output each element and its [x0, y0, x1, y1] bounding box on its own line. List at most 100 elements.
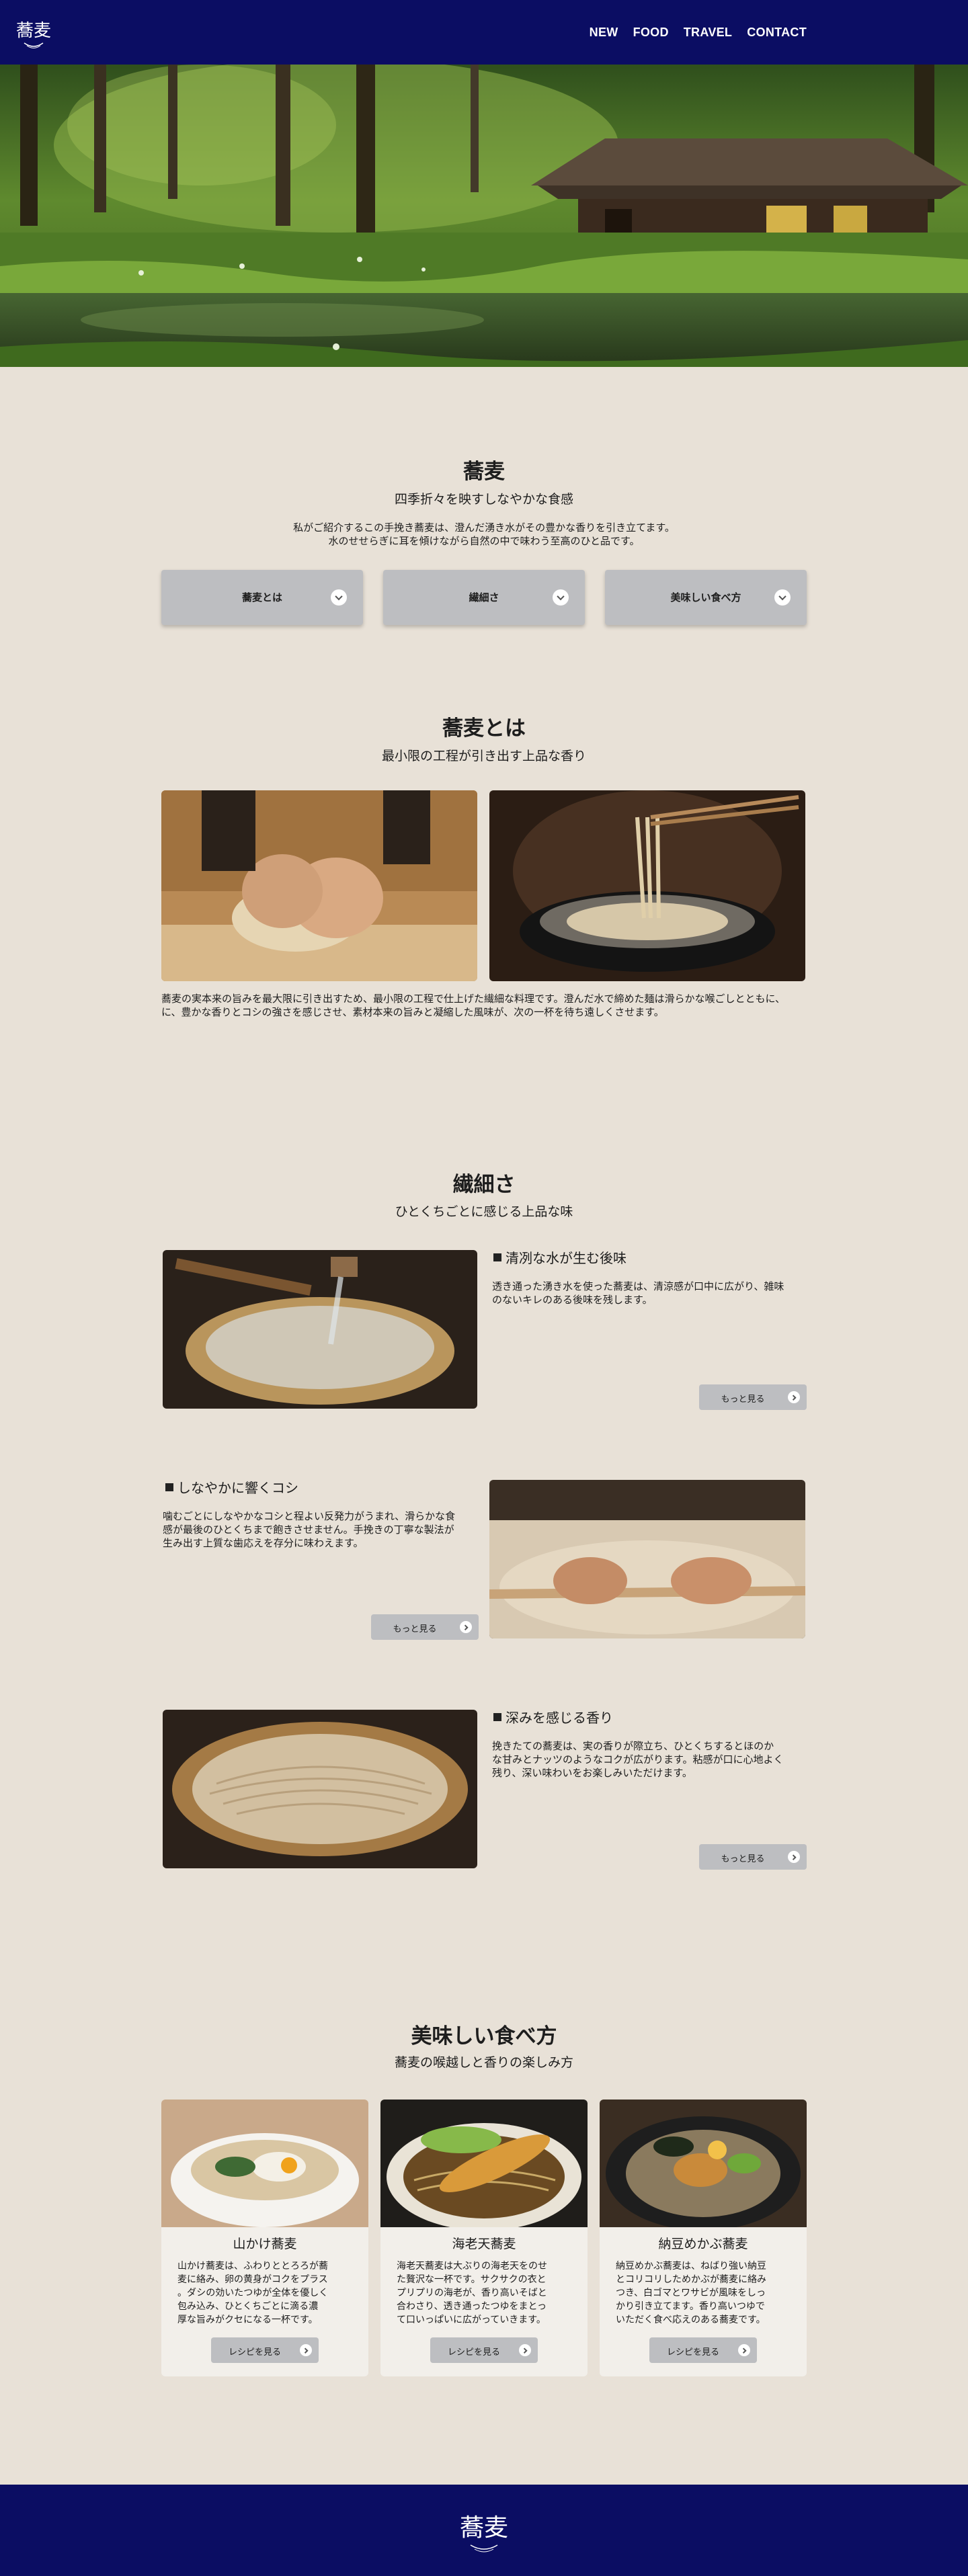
recipe-description-line: 納豆めかぶ蕎麦は、ねばり強い納豆: [616, 2261, 766, 2272]
hero-image: [0, 65, 968, 367]
eating-subtitle: 蕎麦の喉越しと香りの楽しみ方: [394, 2055, 573, 2070]
soba-intro-line: 水のせせらぎに耳を傾けながら自然の中で味わう至高のひと品です。: [328, 535, 640, 547]
logo-text: 蕎麦: [16, 21, 51, 41]
about-subtitle: 最小限の工程が引き出す上品な香り: [381, 749, 586, 763]
feature-title: 深みを感じる香り: [493, 1707, 613, 1727]
recipe-description-line: かり引き立てます。香り高いつゆで: [616, 2301, 765, 2312]
recipe-button[interactable]: レシピを見る: [430, 2337, 538, 2363]
feature-text-line: 生み出す上質な歯応えを存分に味わえます。: [163, 1537, 364, 1549]
feature-text-line: 挽きたての蕎麦は、実の香りが際立ち、ひとくちするとほのか: [492, 1740, 774, 1752]
more-button-label: もっと見る: [721, 1854, 765, 1864]
washing-noodles-photo: [163, 1250, 477, 1409]
soba-subtitle: 四季折々を映すしなやかな食感: [394, 492, 573, 507]
about-text: 蕎麦の実本来の旨みを最大限に引き出すため、最小限の工程で仕上げた繊細な料理です。…: [161, 992, 807, 1019]
recipe-description-line: 山かけ蕎麦は、ふわりととろろが蕎: [177, 2261, 328, 2272]
more-button-label: もっと見る: [721, 1395, 765, 1405]
site-footer: 蕎麦: [0, 2485, 968, 2576]
footer-logo[interactable]: 蕎麦: [452, 2505, 516, 2556]
feature-title-text: しなやかに響くコシ: [177, 1480, 298, 1496]
chevron-right-icon: [300, 2344, 312, 2356]
nav-item-new[interactable]: NEW: [590, 26, 618, 40]
yamakake-soba-photo: [161, 2100, 368, 2227]
feature-text-line: な甘みとナッツのようなコクが広がります。粘感が口に心地よく: [492, 1753, 784, 1765]
noodles-bowl-photo: [489, 790, 805, 981]
nav-item-contact[interactable]: CONTACT: [747, 26, 807, 40]
recipe-button[interactable]: レシピを見る: [649, 2337, 757, 2363]
square-bullet-icon: [493, 1253, 501, 1261]
recipe-description: 山かけ蕎麦は、ふわりととろろが蕎 麦に絡み、卵の黄身がコクをプラス 。ダシの効い…: [177, 2259, 352, 2327]
feature-text: 挽きたての蕎麦は、実の香りが際立ち、ひとくちするとほのか な甘みとナッツのような…: [492, 1739, 808, 1780]
soba-intro-line: 私がご紹介するこの手挽き蕎麦は、澄んだ湧き水がその豊かな香りを引き立てます。: [293, 522, 675, 534]
rolling-dough-photo: [489, 1480, 805, 1638]
chevron-right-icon: [519, 2344, 531, 2356]
delicacy-title: 繊細さ: [452, 1173, 516, 1197]
recipe-description-line: 厚な旨みがクセになる一杯です。: [177, 2315, 318, 2325]
feature-title-text: 清冽な水が生む後味: [506, 1250, 627, 1266]
feature-text-line: 噛むごとにしなやかなコシと程よい反発力がうまれ、滑らかな食: [163, 1510, 456, 1522]
feature-text: 噛むごとにしなやかなコシと程よい反発力がうまれ、滑らかな食 感が最後のひとくちま…: [163, 1509, 479, 1550]
chevron-down-icon: [774, 589, 791, 606]
accordion-about[interactable]: 蕎麦とは: [161, 570, 363, 625]
chevron-right-icon: [788, 1391, 800, 1403]
recipe-description-line: とコリコリしためかぶが蕎麦に絡み: [616, 2274, 766, 2285]
recipe-name: 納豆めかぶ蕎麦: [658, 2237, 748, 2251]
recipe-description-line: つき、白ゴマとワサビが風味をしっ: [616, 2288, 766, 2298]
feature-text-line: のないキレのある後味を残します。: [492, 1294, 653, 1306]
feature-title-text: 深みを感じる香り: [506, 1710, 613, 1726]
recipe-button-label: レシピを見る: [228, 2348, 281, 2358]
site-logo[interactable]: 蕎麦: [12, 13, 55, 51]
recipe-description-line: 麦に絡み、卵の黄身がコクをプラス: [177, 2274, 328, 2285]
recipe-description-line: 包み込み、ひとくちごとに滴る濃: [177, 2301, 319, 2312]
feature-title: しなやかに響くコシ: [165, 1477, 298, 1497]
recipe-description-line: 合わさり、透き通ったつゆをまとっ: [397, 2301, 547, 2312]
delicacy-subtitle: ひとくちごとに感じる上品な味: [395, 1204, 573, 1219]
recipe-description-line: 海老天蕎麦は大ぶりの海老天をのせ: [397, 2261, 547, 2272]
accordion-eating[interactable]: 美味しい食べ方: [605, 570, 807, 625]
feature-text-line: 残り、深い味わいをお楽しみいただけます。: [492, 1767, 692, 1779]
zaru-soba-photo: [163, 1710, 477, 1868]
eating-title: 美味しい食べ方: [411, 2024, 557, 2048]
site-header: 蕎麦 NEW FOOD TRAVEL CONTACT: [0, 0, 968, 65]
recipe-description-line: 。ダシの効いたつゆが全体を優しく: [177, 2288, 329, 2298]
recipe-card: 山かけ蕎麦 山かけ蕎麦は、ふわりととろろが蕎 麦に絡み、卵の黄身がコクをプラス …: [161, 2100, 368, 2376]
recipe-button[interactable]: レシピを見る: [211, 2337, 319, 2363]
recipe-card: 納豆めかぶ蕎麦 納豆めかぶ蕎麦は、ねばり強い納豆 とコリコリしためかぶが蕎麦に絡…: [600, 2100, 807, 2376]
chevron-down-icon: [331, 589, 347, 606]
soba-title: 蕎麦: [463, 460, 505, 484]
feature-text-line: 透き通った湧き水を使った蕎麦は、清涼感が口中に広がり、雑味: [492, 1280, 784, 1292]
about-text-line: 蕎麦の実本来の旨みを最大限に引き出すため、最小限の工程で仕上げた繊細な料理です。…: [161, 993, 786, 1005]
recipe-name: 海老天蕎麦: [452, 2237, 516, 2251]
feature-text: 透き通った湧き水を使った蕎麦は、清涼感が口中に広がり、雑味 のないキレのある後味…: [492, 1280, 808, 1306]
footer-logo-text: 蕎麦: [460, 2514, 508, 2542]
accordion-delicacy[interactable]: 繊細さ: [383, 570, 585, 625]
chevron-right-icon: [788, 1851, 800, 1863]
natto-mekabu-soba-photo: [600, 2100, 807, 2227]
recipe-card: 海老天蕎麦 海老天蕎麦は大ぶりの海老天をのせ た贅沢な一杯です。サクサクの衣と …: [380, 2100, 588, 2376]
square-bullet-icon: [493, 1712, 501, 1721]
recipe-description-line: プリプリの海老が、香り高いそばと: [397, 2288, 547, 2298]
chevron-down-icon: [553, 589, 569, 606]
ebiten-soba-photo: [380, 2100, 588, 2227]
nav-item-travel[interactable]: TRAVEL: [684, 26, 732, 40]
dough-kneading-photo: [161, 790, 477, 981]
more-button-label: もっと見る: [393, 1624, 437, 1634]
more-button[interactable]: もっと見る: [371, 1614, 479, 1640]
about-text-line: に、豊かな香りとコシの強さを感じさせ、素材本来の旨みと凝縮した風味が、次の一杯を…: [161, 1006, 664, 1018]
recipe-description: 海老天蕎麦は大ぶりの海老天をのせ た贅沢な一杯です。サクサクの衣と プリプリの海…: [397, 2259, 571, 2327]
chevron-right-icon: [460, 1621, 472, 1633]
main-nav: NEW FOOD TRAVEL CONTACT: [590, 26, 807, 40]
soba-intro: 私がご紹介するこの手挽き蕎麦は、澄んだ湧き水がその豊かな香りを引き立てます。 水…: [0, 521, 968, 548]
more-button[interactable]: もっと見る: [699, 1844, 807, 1870]
square-bullet-icon: [165, 1483, 173, 1491]
feature-title: 清冽な水が生む後味: [493, 1247, 627, 1267]
feature-text-line: 感が最後のひとくちまで飽きさせません。手挽きの丁寧な製法が: [163, 1524, 454, 1536]
recipe-description-line: て口いっぱいに広がっていきます。: [397, 2315, 546, 2325]
recipe-button-label: レシピを見る: [447, 2348, 500, 2358]
about-title: 蕎麦とは: [442, 716, 526, 741]
recipe-name: 山かけ蕎麦: [233, 2237, 297, 2251]
recipe-description: 納豆めかぶ蕎麦は、ねばり強い納豆 とコリコリしためかぶが蕎麦に絡み つき、白ゴマ…: [616, 2259, 791, 2327]
more-button[interactable]: もっと見る: [699, 1384, 807, 1410]
chevron-right-icon: [738, 2344, 750, 2356]
recipe-description-line: た贅沢な一杯です。サクサクの衣と: [397, 2274, 547, 2285]
nav-item-food[interactable]: FOOD: [633, 26, 669, 40]
